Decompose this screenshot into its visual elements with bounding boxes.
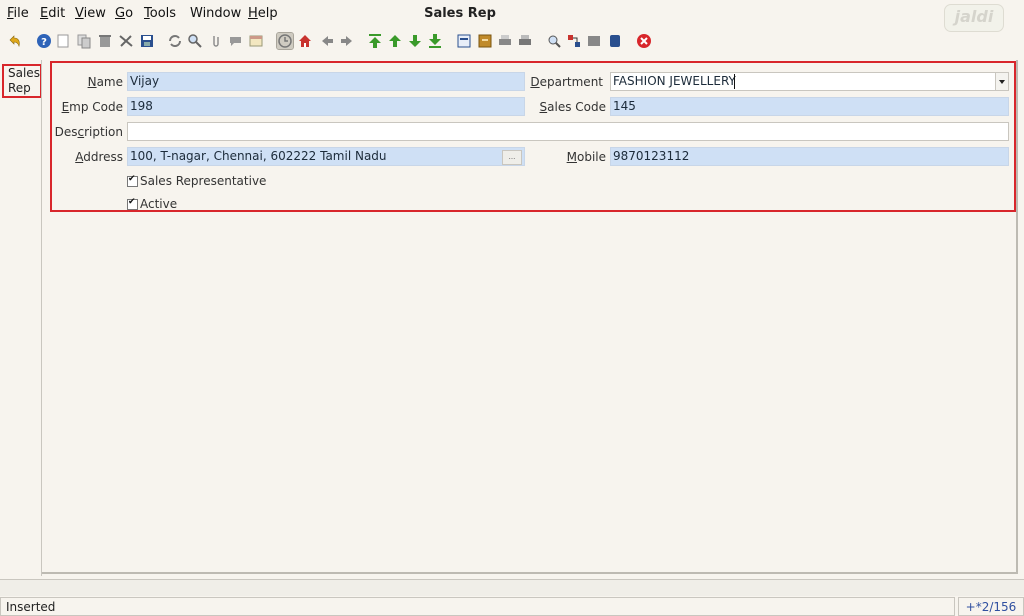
menu-bar: File Edit View Go Tools Window Help Sale… — [0, 0, 1024, 32]
home-icon[interactable] — [297, 33, 313, 49]
forward-icon[interactable] — [339, 33, 355, 49]
emp-code-label: Emp Code — [61, 100, 123, 114]
back-icon[interactable] — [319, 33, 335, 49]
save-icon[interactable] — [139, 33, 155, 49]
department-select[interactable]: FASHION JEWELLERY — [610, 72, 1009, 91]
print-preview-icon[interactable] — [497, 33, 513, 49]
new-icon[interactable] — [55, 33, 71, 49]
next-record-icon[interactable] — [407, 33, 423, 49]
undo-icon[interactable] — [7, 33, 23, 49]
refresh-icon[interactable] — [167, 33, 183, 49]
address-label: Address — [75, 150, 123, 164]
report-icon[interactable] — [456, 33, 472, 49]
help-icon[interactable]: ? — [36, 33, 52, 49]
toolbar: ? — [0, 30, 1024, 54]
window-title: Sales Rep — [424, 6, 496, 21]
request-icon[interactable] — [566, 33, 582, 49]
tab-label-line1: Sales — [8, 66, 40, 80]
product-info-icon[interactable] — [586, 33, 602, 49]
sales-code-field[interactable]: 145 — [610, 97, 1009, 116]
sales-code-label: Sales Code — [539, 100, 606, 114]
text-caret — [734, 74, 735, 89]
archive-icon[interactable] — [477, 33, 493, 49]
name-label: Name — [87, 75, 123, 89]
grid-toggle-icon[interactable] — [276, 32, 294, 50]
previous-record-icon[interactable] — [387, 33, 403, 49]
record-count[interactable]: +*2/156 — [958, 597, 1024, 616]
sales-representative-checkbox[interactable] — [127, 174, 138, 187]
mobile-label: Mobile — [566, 150, 606, 164]
sales-representative-label: Sales Representative — [140, 174, 267, 188]
last-record-icon[interactable] — [427, 33, 443, 49]
svg-text:?: ? — [41, 37, 47, 48]
first-record-icon[interactable] — [367, 33, 383, 49]
chevron-down-icon[interactable] — [995, 73, 1008, 90]
department-label: Department — [530, 75, 603, 89]
find-icon[interactable] — [187, 33, 203, 49]
department-value: FASHION JEWELLERY — [613, 74, 736, 88]
delete-multiple-icon[interactable] — [118, 33, 134, 49]
workflow-icon[interactable] — [607, 33, 623, 49]
address-lookup-button[interactable]: ... — [502, 150, 522, 165]
address-value: 100, T-nagar, Chennai, 602222 Tamil Nadu — [130, 149, 387, 163]
tab-label-line2: Rep — [8, 81, 31, 95]
zoom-across-icon[interactable] — [546, 33, 562, 49]
close-window-icon[interactable] — [636, 33, 652, 49]
status-message: Inserted — [0, 597, 955, 616]
history-icon[interactable] — [248, 33, 264, 49]
delete-icon[interactable] — [97, 33, 113, 49]
attachment-icon[interactable] — [208, 33, 224, 49]
tab-sales-rep[interactable]: Sales Rep — [2, 64, 42, 98]
description-label: Description — [54, 125, 123, 139]
chat-icon[interactable] — [228, 33, 244, 49]
mobile-field[interactable]: 9870123112 — [610, 147, 1009, 166]
print-icon[interactable] — [517, 33, 533, 49]
active-label: Active — [140, 197, 178, 211]
address-field[interactable]: 100, T-nagar, Chennai, 602222 Tamil Nadu… — [127, 147, 525, 166]
emp-code-field[interactable]: 198 — [127, 97, 525, 116]
name-field[interactable]: Vijay — [127, 72, 525, 91]
horizontal-scrollbar[interactable] — [0, 579, 1024, 596]
description-field[interactable] — [127, 122, 1009, 141]
copy-icon[interactable] — [76, 33, 92, 49]
active-checkbox[interactable] — [127, 197, 138, 210]
brand-logo: jaldi — [944, 4, 1004, 32]
